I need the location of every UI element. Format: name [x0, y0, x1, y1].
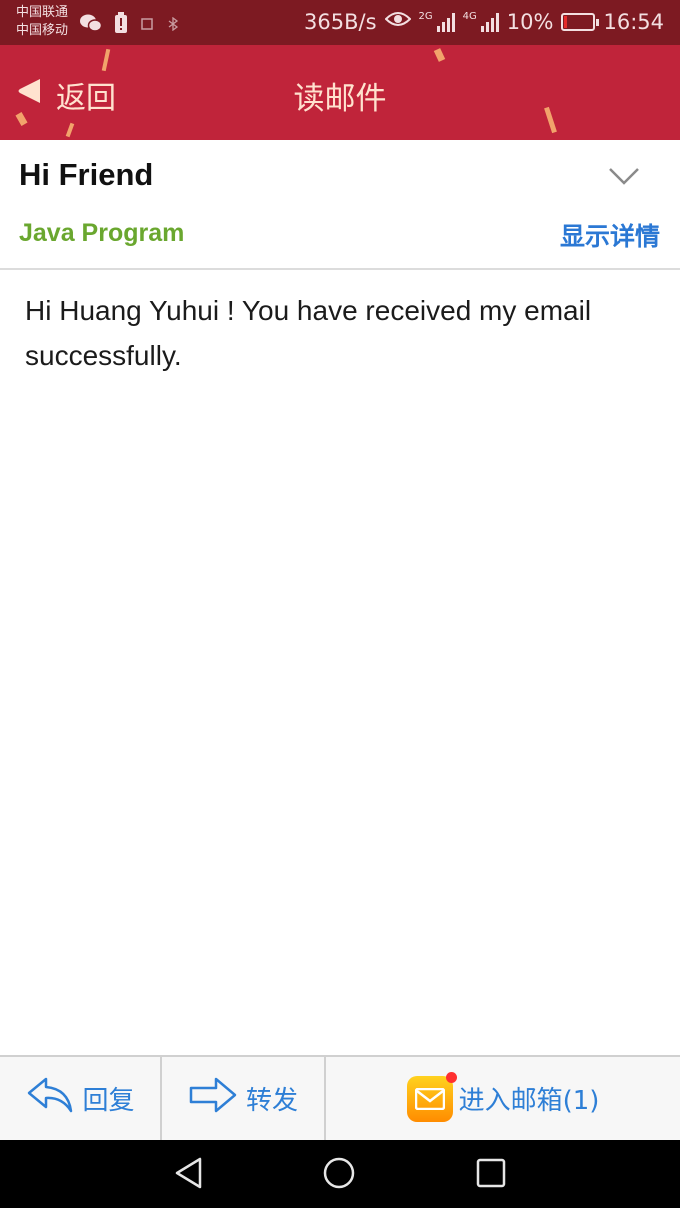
- signal-icon-sim2: 4G: [462, 10, 499, 32]
- carrier-info: 中国联通 中国移动: [16, 4, 68, 40]
- battery-icon: [561, 12, 600, 31]
- header-divider: [0, 268, 680, 270]
- status-icons-right: 365B/s 2G 4G 10% 16:54: [304, 9, 664, 34]
- battery-percent: 10%: [506, 9, 554, 34]
- clock: 16:54: [603, 9, 664, 34]
- carrier-2: 中国移动: [16, 23, 69, 38]
- mailbox-icon: [406, 1071, 457, 1122]
- eye-icon: [384, 9, 411, 34]
- home-icon[interactable]: [322, 1156, 356, 1194]
- confetti-decoration: [433, 48, 446, 62]
- confetti-decoration: [101, 48, 111, 72]
- battery-fill: [564, 15, 568, 28]
- status-icons-left: [80, 12, 180, 38]
- signal-icon-sim1: 2G: [418, 10, 455, 32]
- mailbox-label: 进入邮箱(1): [458, 1086, 600, 1116]
- show-details-link[interactable]: 显示详情: [560, 217, 660, 253]
- wechat-icon: [80, 14, 103, 36]
- title-bar: 返回 读邮件: [0, 45, 680, 140]
- email-sender: Java Program: [19, 219, 185, 247]
- email-subject: Hi Friend: [19, 157, 154, 192]
- net-speed: 365B/s: [304, 9, 377, 34]
- forward-label: 转发: [245, 1086, 298, 1116]
- status-bar: 中国联通 中国移动 365B/s 2G 4G 10% 16:54: [0, 0, 680, 45]
- open-mailbox-button[interactable]: 进入邮箱(1): [326, 1057, 680, 1140]
- system-nav-bar: [0, 1140, 680, 1208]
- reply-label: 回复: [82, 1086, 135, 1116]
- carrier-1: 中国联通: [16, 5, 69, 20]
- battery-saver-icon: [114, 12, 128, 38]
- sim2-type: 4G: [462, 10, 477, 22]
- forward-arrow-icon: [188, 1075, 238, 1122]
- email-body: Hi Huang Yuhui ! You have received my em…: [25, 295, 592, 371]
- forward-button[interactable]: 转发: [162, 1057, 324, 1140]
- back-icon[interactable]: [172, 1156, 206, 1194]
- bluetooth-icon: [166, 16, 180, 35]
- reply-button[interactable]: 回复: [0, 1057, 161, 1140]
- chevron-down-icon[interactable]: [604, 164, 644, 194]
- sim1-type: 2G: [418, 10, 433, 22]
- action-bar: 回复 转发 进入邮箱(1): [0, 1055, 680, 1140]
- confetti-decoration: [65, 122, 75, 138]
- recents-icon[interactable]: [474, 1156, 508, 1194]
- unread-dot: [445, 1071, 457, 1083]
- reply-icon: [26, 1075, 74, 1122]
- page-title: 读邮件: [293, 81, 387, 117]
- screenshot-icon: [140, 16, 154, 35]
